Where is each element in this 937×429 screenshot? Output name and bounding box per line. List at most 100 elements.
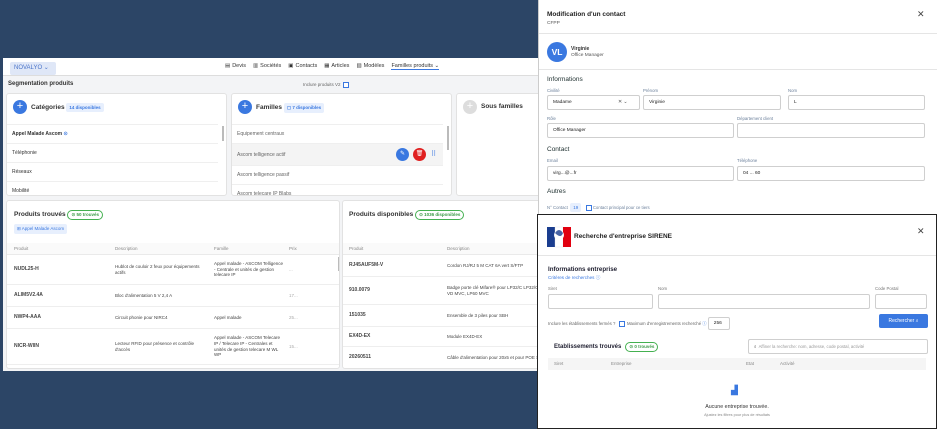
departement-field[interactable] bbox=[737, 123, 925, 138]
famille-item[interactable]: Ascom telligence passif bbox=[232, 165, 443, 184]
col-description[interactable]: Description bbox=[447, 243, 470, 255]
col-description[interactable]: Description bbox=[115, 243, 138, 255]
contact-modal: Modification d'un contact CFPP ✕ VL Virg… bbox=[538, 0, 937, 215]
famille-item[interactable]: Ascom telecare IP Blabs bbox=[232, 184, 443, 195]
cell-produit: 20260511 bbox=[349, 354, 371, 361]
col-famille[interactable]: Famille bbox=[214, 243, 229, 255]
cell-produit: RJ45AUF5M-V bbox=[349, 262, 384, 269]
edit-icon[interactable]: ✎ bbox=[396, 148, 409, 161]
brand-label: NOVALYO bbox=[14, 65, 43, 71]
cell-description: Lecteur RFID pour présence et contrôle d… bbox=[115, 340, 195, 352]
empty-subtitle: Ajustez les filtres pour plus de résulta… bbox=[704, 413, 770, 417]
count-text: 50 trouvés bbox=[76, 212, 100, 217]
principal-checkbox[interactable] bbox=[585, 204, 592, 211]
nom-input[interactable] bbox=[658, 294, 870, 309]
category-item[interactable]: Mobilité bbox=[7, 181, 218, 195]
siret-label: Siret bbox=[548, 286, 557, 291]
no-contact-row: N° Contact 19 Contact principal pour ce … bbox=[547, 203, 650, 212]
include-checkbox[interactable] bbox=[342, 82, 349, 88]
close-icon[interactable]: ✕ bbox=[917, 226, 925, 237]
category-item[interactable]: Appel Malade Ascom ⊙ bbox=[7, 124, 218, 143]
max-input[interactable]: 256 bbox=[707, 317, 730, 330]
category-item[interactable]: Téléphonie bbox=[7, 143, 218, 162]
add-sous-famille-button[interactable]: + bbox=[463, 100, 477, 114]
divider bbox=[538, 255, 936, 256]
search-icon: ⌕ bbox=[915, 318, 919, 324]
prenom-field[interactable]: Virginie bbox=[643, 95, 781, 110]
filter-chip[interactable]: ⊞ Appel Malade Ascom bbox=[14, 224, 68, 234]
filter-input[interactable]: ⌕ Affiner la recherche: nom, adresse, co… bbox=[748, 339, 928, 354]
civilite-select[interactable]: Madame ✕ ⌄ bbox=[547, 95, 640, 110]
include-v2-toggle[interactable]: Inclure produits V2 bbox=[303, 82, 349, 88]
produits-trouves-title: Produits trouvés ⊙ 50 trouvés bbox=[14, 210, 104, 220]
table-row[interactable]: 910.0079 Badge porte clé Mifare® pour LP… bbox=[343, 277, 543, 305]
code-postal-input[interactable] bbox=[875, 294, 927, 309]
divider bbox=[539, 69, 937, 70]
col-activite[interactable]: Activité bbox=[780, 358, 795, 370]
building-icon: ▥ bbox=[252, 63, 259, 69]
col-etat[interactable]: Etat bbox=[746, 358, 754, 370]
add-famille-button[interactable]: + bbox=[238, 100, 252, 114]
nom-label: Nom bbox=[658, 286, 668, 291]
marianne-logo-icon bbox=[547, 225, 571, 249]
cell-description: Hublot de couloir 2 feux pour équipement… bbox=[115, 263, 200, 275]
box-icon: ▦ bbox=[324, 63, 330, 69]
criteres-link[interactable]: Critères de recherches ⓘ bbox=[548, 275, 600, 281]
categories-card: + Catégories 14 disponibles Appel Malade… bbox=[6, 93, 227, 196]
nav-familles-produits[interactable]: Familles produits ⌄ bbox=[391, 63, 440, 70]
close-icon[interactable]: ✕ bbox=[917, 9, 925, 20]
no-contact-label: N° Contact bbox=[547, 205, 568, 210]
nav-articles[interactable]: ▦ Articles bbox=[324, 63, 349, 70]
top-bar: NOVALYO ⌄ ▤ Devis ▥ Sociétés ▣ Contacts ▦ Ar… bbox=[3, 58, 543, 76]
nav-modeles[interactable]: ▧ Modèles bbox=[356, 63, 384, 70]
brand-dropdown[interactable]: NOVALYO ⌄ bbox=[10, 62, 56, 75]
clear-icon[interactable]: ✕ ⌄ bbox=[618, 96, 627, 109]
col-prix[interactable]: Prix bbox=[289, 243, 297, 255]
rechercher-button[interactable]: Rechercher ⌕ bbox=[879, 314, 928, 328]
drag-handle-icon[interactable]: ⠿ bbox=[431, 144, 436, 166]
telephone-label: Téléphone bbox=[737, 158, 758, 163]
col-produit[interactable]: Produit bbox=[349, 243, 363, 255]
col-siret[interactable]: Siret bbox=[554, 358, 563, 370]
table-row[interactable]: NUDL25-H Hublot de couloir 2 feux pour é… bbox=[7, 255, 339, 285]
table-row[interactable]: NWP4-AAA Circuit phonie pour NIRC4 Appel… bbox=[7, 307, 339, 329]
produits-trouves-title-text: Produits trouvés bbox=[14, 211, 66, 218]
delete-icon[interactable]: 🗑 bbox=[413, 148, 426, 161]
familles-title: Familles ▢ 7 disponibles bbox=[256, 103, 325, 113]
filter-icon: ⊞ bbox=[17, 226, 21, 231]
nav-contacts[interactable]: ▣ Contacts bbox=[288, 63, 317, 70]
famille-item[interactable]: Equipement centraux bbox=[232, 124, 443, 143]
table-row[interactable]: EX4D-EX Module EX4D-EX bbox=[343, 327, 543, 347]
table-row[interactable]: RJ45AUF5M-V Cordon RJ/RJ 5 M CAT 6A vert… bbox=[343, 255, 543, 277]
nav-societes[interactable]: ▥ Sociétés bbox=[253, 63, 281, 70]
no-contact-value: 19 bbox=[570, 203, 582, 212]
email-field[interactable]: virg...@...fr bbox=[547, 166, 734, 181]
familles-count: 7 disponibles bbox=[292, 105, 322, 110]
nom-field[interactable]: L bbox=[788, 95, 925, 110]
categories-title: Catégories 14 disponibles bbox=[31, 103, 104, 112]
col-produit[interactable]: Produit bbox=[14, 243, 28, 255]
famille-item-selected[interactable]: Ascom telligence actif ✎ 🗑 ⠿ bbox=[232, 143, 443, 165]
scrollbar[interactable] bbox=[338, 257, 339, 271]
scrollbar[interactable] bbox=[447, 126, 449, 150]
category-item[interactable]: Réseaux bbox=[7, 162, 218, 181]
cell-produit: 910.0079 bbox=[349, 287, 370, 294]
cell-produit: ALIM5V2.4A bbox=[14, 292, 43, 299]
telephone-field[interactable]: 04 ... 60 bbox=[737, 166, 925, 181]
cell-produit: NUDL25-H bbox=[14, 266, 39, 273]
table-row[interactable]: NICR-WIIN Lecteur RFID pour présence et … bbox=[7, 329, 339, 365]
table-header: Produit Description bbox=[343, 243, 543, 255]
nav-devis[interactable]: ▤ Devis bbox=[225, 63, 246, 70]
col-entreprise[interactable]: Entreprise bbox=[611, 358, 632, 370]
add-category-button[interactable]: + bbox=[13, 100, 27, 114]
siret-input[interactable] bbox=[548, 294, 653, 309]
scrollbar[interactable] bbox=[222, 126, 224, 141]
table-row[interactable]: ALIM5V2.4A Bloc d'alimentation 5 V 2,4 A… bbox=[7, 285, 339, 307]
inclure-checkbox[interactable] bbox=[618, 320, 625, 327]
section-autres: Autres bbox=[547, 188, 566, 195]
table-header: Produit Description Famille Prix bbox=[7, 243, 339, 255]
role-field[interactable]: Office Manager bbox=[547, 123, 734, 138]
table-row[interactable]: 151035 Ensemble de 3 piles pour SBH bbox=[343, 305, 543, 327]
table-row[interactable]: 20260511 Câble d'alimentation pour 20x5 … bbox=[343, 347, 543, 368]
cell-prix: 15... bbox=[289, 343, 298, 349]
